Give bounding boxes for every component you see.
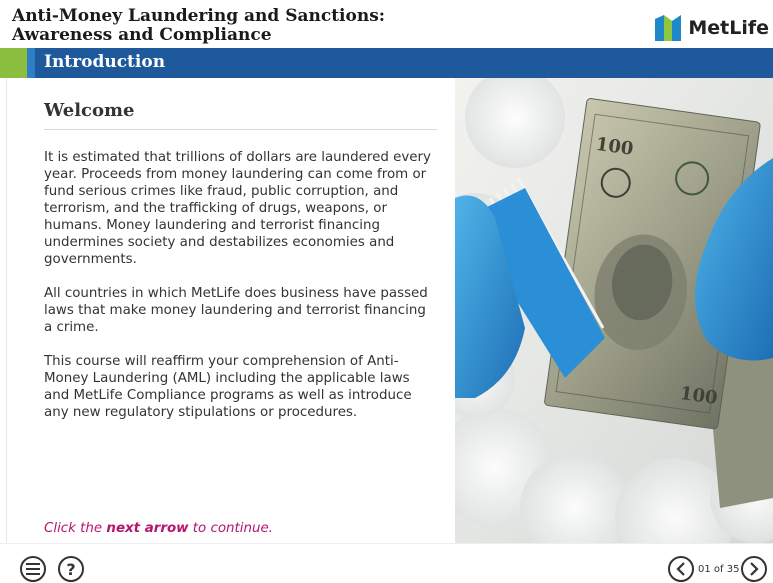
content-panel: Welcome It is estimated that trillions o…: [6, 78, 455, 543]
continue-suffix: to continue.: [188, 521, 273, 536]
continue-prefix: Click the: [44, 521, 107, 536]
footer-nav: ? 01 of 35: [0, 543, 773, 583]
chevron-left-icon: [676, 562, 685, 576]
header: Anti-Money Laundering and Sanctions: Awa…: [0, 0, 773, 48]
course-title: Anti-Money Laundering and Sanctions: Awa…: [12, 7, 532, 45]
money-laundering-photo: 100 100: [455, 78, 773, 543]
metlife-logo-mark-icon: [655, 15, 682, 41]
continue-instruction: Click the next arrow to continue.: [44, 521, 273, 536]
heading-divider: [44, 129, 437, 130]
continue-bold: next arrow: [106, 521, 189, 536]
section-title: Introduction: [44, 52, 166, 72]
next-button[interactable]: [741, 556, 767, 582]
course-title-line-1: Anti-Money Laundering and Sanctions:: [12, 6, 386, 26]
page-heading: Welcome: [44, 100, 135, 121]
previous-button[interactable]: [668, 556, 694, 582]
scrubbing-dollar-illustration: 100 100: [455, 78, 773, 543]
course-title-line-2: Awareness and Compliance: [12, 25, 272, 45]
paragraph-1: It is estimated that trillions of dollar…: [44, 150, 431, 267]
paragraph-2: All countries in which MetLife does busi…: [44, 286, 428, 335]
section-accent-green: [0, 48, 27, 78]
logo-text: MetLife: [688, 17, 769, 39]
help-button[interactable]: ?: [58, 556, 84, 582]
page-counter: 01 of 35: [698, 564, 740, 575]
body-text: It is estimated that trillions of dollar…: [44, 149, 436, 438]
help-icon: ?: [66, 559, 76, 579]
chevron-right-icon: [750, 562, 759, 576]
menu-button[interactable]: [20, 556, 46, 582]
metlife-logo: MetLife: [655, 14, 769, 42]
section-accent-blue: [27, 48, 35, 78]
section-bar: Introduction: [0, 48, 773, 78]
hamburger-menu-icon: [26, 563, 40, 575]
paragraph-3: This course will reaffirm your comprehen…: [44, 354, 412, 420]
